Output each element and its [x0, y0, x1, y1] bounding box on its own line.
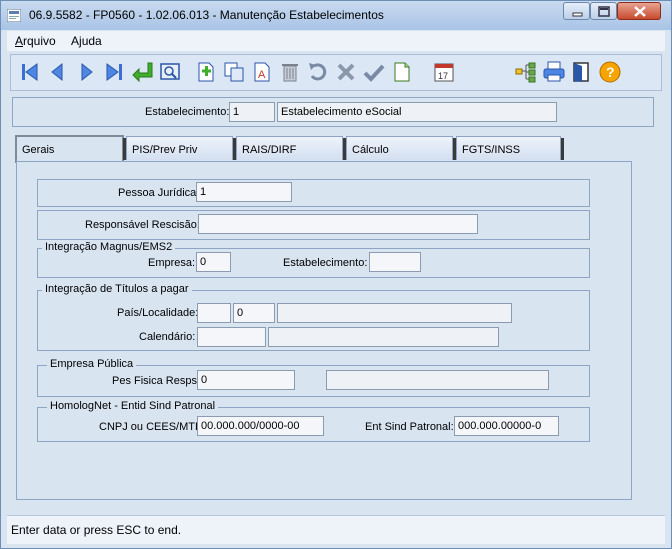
go-to-icon[interactable] — [130, 60, 154, 84]
next-record-icon[interactable] — [74, 60, 98, 84]
delete-icon[interactable] — [278, 60, 302, 84]
title-bar: 06.9.5582 - FP0560 - 1.02.06.013 - Manut… — [1, 1, 671, 30]
print-icon[interactable] — [542, 60, 566, 84]
window-title: 06.9.5582 - FP0560 - 1.02.06.013 - Manut… — [29, 8, 384, 22]
last-record-icon[interactable] — [102, 60, 126, 84]
svg-text:A: A — [258, 69, 266, 81]
empresa-field[interactable]: 0 — [196, 252, 231, 272]
tree-icon[interactable] — [514, 60, 538, 84]
save-icon[interactable] — [362, 60, 386, 84]
empresa-publica-group: Empresa Pública Pes Fisica Resps: 0 — [37, 358, 590, 397]
tab-fgts-inss[interactable]: FGTS/INSS — [456, 136, 561, 160]
menu-bar: Arquivo Ajuda — [7, 31, 665, 51]
exit-icon[interactable] — [570, 60, 594, 84]
homolognet-group: HomologNet - Entid Sind Patronal CNPJ ou… — [37, 400, 590, 442]
integracao-titulos-title: Integração de Títulos a pagar — [42, 283, 192, 295]
estabelecimento-code-field: 1 — [229, 102, 275, 122]
menu-ajuda[interactable]: Ajuda — [71, 34, 102, 48]
pessoa-juridica-group: Pessoa Jurídica: 1 — [37, 179, 590, 207]
minimize-button[interactable] — [563, 2, 590, 20]
responsavel-label: Responsável Rescisão: — [85, 219, 200, 231]
pais-label: País/Localidade: — [117, 307, 199, 319]
ent-sind-field[interactable]: 000.000.00000-0 — [454, 416, 559, 436]
empresa-label: Empresa: — [148, 257, 196, 269]
pes-fisica-label: Pes Fisica Resps: — [112, 375, 201, 387]
responsavel-group: Responsável Rescisão: — [37, 210, 590, 240]
pais-field[interactable] — [197, 303, 231, 323]
responsavel-field[interactable] — [198, 214, 478, 234]
add-icon[interactable] — [194, 60, 218, 84]
pes-fisica-name-field — [326, 370, 549, 390]
cnpj-field[interactable]: 00.000.000/0000-00 — [197, 416, 324, 436]
cancel-icon[interactable] — [334, 60, 358, 84]
integracao-magnus-title: Integração Magnus/EMS2 — [42, 241, 176, 253]
first-record-icon[interactable] — [18, 60, 42, 84]
status-bar: Enter data or press ESC to end. — [7, 515, 665, 544]
menu-arquivo[interactable]: Arquivo — [15, 34, 56, 48]
close-icon — [634, 6, 646, 17]
copy-icon[interactable] — [222, 60, 246, 84]
homolognet-title: HomologNet - Entid Sind Patronal — [47, 400, 219, 412]
calendario-desc-field — [268, 327, 499, 347]
undo-icon[interactable] — [306, 60, 330, 84]
empresa-publica-title: Empresa Pública — [47, 358, 137, 370]
status-message: Enter data or press ESC to end. — [11, 523, 182, 537]
search-icon[interactable] — [158, 60, 182, 84]
estab-label: Estabelecimento: — [283, 257, 368, 269]
calendario-field[interactable] — [197, 327, 266, 347]
integracao-titulos-group: Integração de Títulos a pagar País/Local… — [37, 283, 590, 351]
estabelecimento-label: Estabelecimento: — [145, 106, 230, 118]
localidade-code-field[interactable]: 0 — [233, 303, 275, 323]
blank-icon[interactable] — [390, 60, 414, 84]
svg-text:?: ? — [606, 64, 615, 80]
edit-icon[interactable]: A — [250, 60, 274, 84]
establishment-header: Estabelecimento: 1 Estabelecimento eSoci… — [12, 97, 654, 127]
tab-pis-prev-priv[interactable]: PIS/Prev Priv — [126, 136, 233, 160]
calendar-icon[interactable]: 17 — [432, 60, 456, 84]
pes-fisica-field[interactable]: 0 — [197, 370, 295, 390]
app-icon — [6, 8, 22, 23]
estabelecimento-name-field: Estabelecimento eSocial — [277, 102, 557, 122]
localidade-name-field — [277, 303, 512, 323]
pessoa-juridica-label: Pessoa Jurídica: — [118, 187, 200, 199]
previous-record-icon[interactable] — [46, 60, 70, 84]
estab-field[interactable] — [369, 252, 421, 272]
cnpj-label: CNPJ ou CEES/MTE: — [99, 421, 206, 433]
close-button[interactable] — [617, 2, 661, 20]
main-window: 06.9.5582 - FP0560 - 1.02.06.013 - Manut… — [0, 0, 672, 549]
help-icon[interactable]: ? — [598, 60, 622, 84]
pessoa-juridica-field[interactable]: 1 — [196, 182, 292, 202]
minimize-icon — [572, 12, 583, 17]
svg-text:17: 17 — [438, 71, 448, 81]
tab-calculo[interactable]: Cálculo — [346, 136, 453, 160]
tab-separator — [561, 138, 564, 160]
gerais-panel: Pessoa Jurídica: 1 Responsável Rescisão:… — [16, 161, 632, 500]
toolbar: A 17 ? — [10, 54, 662, 91]
calendario-label: Calendário: — [139, 331, 196, 343]
integracao-magnus-group: Integração Magnus/EMS2 Empresa: 0 Estabe… — [37, 241, 590, 278]
ent-sind-label: Ent Sind Patronal: — [365, 421, 454, 433]
tab-gerais[interactable]: Gerais — [15, 135, 124, 163]
tab-rais-dirf[interactable]: RAIS/DIRF — [236, 136, 343, 160]
maximize-icon — [598, 6, 610, 17]
maximize-button[interactable] — [590, 2, 617, 20]
